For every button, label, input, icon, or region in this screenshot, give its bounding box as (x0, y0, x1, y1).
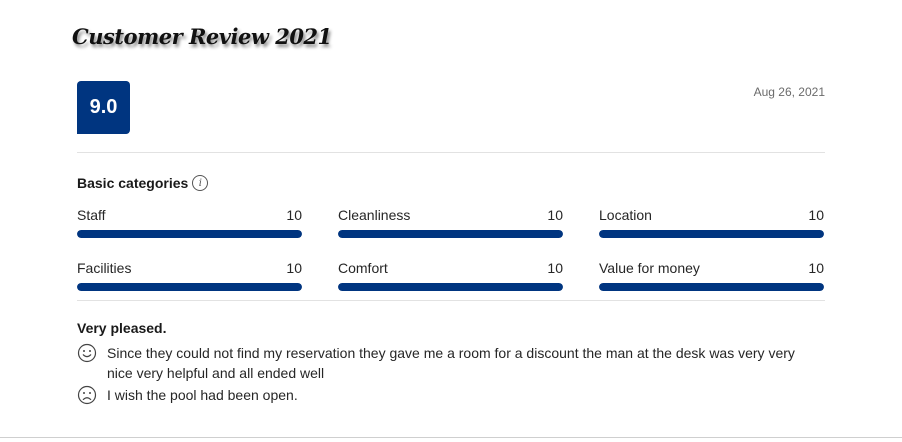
category-location: Location 10 (599, 206, 824, 238)
score-bar (77, 230, 302, 238)
review-date: Aug 26, 2021 (753, 85, 825, 99)
score-bar-fill (77, 230, 302, 238)
score-bar-fill (599, 283, 824, 291)
positive-comment: Since they could not find my reservation… (77, 343, 817, 383)
score-badge: 9.0 (77, 81, 130, 134)
category-score: 10 (547, 260, 563, 276)
category-label: Value for money (599, 260, 700, 276)
category-facilities: Facilities 10 (77, 259, 302, 291)
category-label: Location (599, 207, 652, 223)
negative-comment-text: I wish the pool had been open. (107, 387, 298, 403)
category-score: 10 (286, 260, 302, 276)
smiley-face-icon (77, 343, 97, 363)
score-bar (599, 230, 824, 238)
category-label: Cleanliness (338, 207, 411, 223)
category-staff: Staff 10 (77, 206, 302, 238)
negative-comment: I wish the pool had been open. (77, 385, 298, 405)
bottom-divider (0, 437, 902, 438)
category-score: 10 (286, 207, 302, 223)
category-value-for-money: Value for money 10 (599, 259, 824, 291)
divider (77, 152, 825, 153)
score-bar-fill (77, 283, 302, 291)
sad-face-icon (77, 385, 97, 405)
category-cleanliness: Cleanliness 10 (338, 206, 563, 238)
category-grid: Staff 10 Cleanliness 10 Location 10 Faci… (77, 206, 825, 291)
category-label: Facilities (77, 260, 132, 276)
categories-heading-label: Basic categories (77, 175, 189, 191)
score-bar (599, 283, 824, 291)
page-title: Customer Review 2021 (72, 24, 332, 49)
categories-heading: Basic categories i (77, 175, 209, 191)
divider (77, 300, 825, 301)
category-score: 10 (808, 207, 824, 223)
review-title: Very pleased. (77, 320, 167, 336)
category-score: 10 (547, 207, 563, 223)
score-bar-fill (338, 230, 563, 238)
info-icon[interactable]: i (192, 175, 209, 191)
category-label: Staff (77, 207, 106, 223)
score-bar (77, 283, 302, 291)
category-label: Comfort (338, 260, 388, 276)
category-comfort: Comfort 10 (338, 259, 563, 291)
score-bar-fill (338, 283, 563, 291)
score-bar (338, 230, 563, 238)
score-bar-fill (599, 230, 824, 238)
category-score: 10 (808, 260, 824, 276)
score-bar (338, 283, 563, 291)
positive-comment-text: Since they could not find my reservation… (107, 345, 795, 381)
